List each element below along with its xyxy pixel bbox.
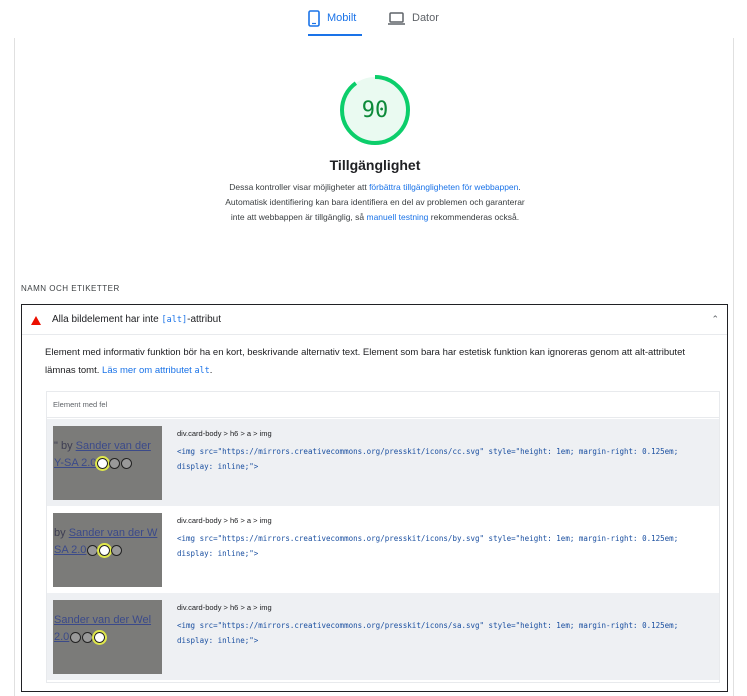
learn-more-link-text: Läs mer om attributet [102, 365, 195, 376]
by-license-icon [82, 631, 94, 643]
by-license-icon [109, 457, 121, 469]
by-license-icon [97, 542, 113, 558]
element-screenshot: Sander van der Wel 2.0 [53, 600, 162, 674]
failing-elements-table: Element med fel " by Sander van der Y-SA… [46, 391, 720, 683]
tab-mobile[interactable]: Mobilt [308, 0, 356, 36]
screenshot-text-line-2: 2.0 [54, 629, 108, 645]
screenshot-link-text: Sander van der W [68, 527, 158, 539]
element-selector: div.card-body > h6 > a > img [177, 429, 272, 438]
screenshot-text-line-2: Y-SA 2.0 [54, 455, 133, 471]
category-desc-text-1: Dessa kontroller visar möjligheter att [229, 182, 370, 192]
category-description: Dessa kontroller visar möjligheter att f… [225, 180, 525, 225]
fail-triangle-icon [31, 316, 41, 325]
screenshot-text-line-1: Sander van der Wel [54, 614, 151, 626]
audit-description: Element med informativ funktion bör ha e… [45, 344, 715, 380]
table-row[interactable]: Sander van der Wel 2.0 div.card-body > h… [47, 593, 719, 680]
screenshot-text-line-2: SA 2.0 [54, 542, 123, 558]
learn-more-link-code: alt [194, 366, 210, 376]
audit-title-suffix: -attribut [187, 314, 222, 325]
screenshot-text: by [54, 527, 69, 539]
smartphone-icon [308, 9, 320, 27]
sa-license-icon [92, 629, 108, 645]
category-title: Tillgänglighet [329, 157, 421, 173]
audit-image-alt: Alla bildelement har inte [alt]-attribut… [21, 304, 728, 692]
element-snippet: <img src="https://mirrors.creativecommon… [177, 534, 679, 558]
section-label: NAMN OCH ETIKETTER [21, 284, 120, 293]
screenshot-text: " by [54, 440, 76, 452]
element-snippet: <img src="https://mirrors.creativecommon… [177, 621, 679, 645]
cc-license-icon [95, 455, 111, 471]
element-screenshot: " by Sander van der Y-SA 2.0 [53, 426, 162, 500]
screenshot-text: SA 2.0 [54, 544, 87, 556]
audit-header[interactable]: Alla bildelement har inte [alt]-attribut… [22, 305, 727, 335]
cc-license-icon [70, 631, 82, 643]
screenshot-link-text: Sander van der [75, 440, 151, 452]
screenshot-text: 2.0 [54, 631, 70, 643]
manual-testing-link[interactable]: manuell testning [367, 212, 429, 222]
cc-license-icon [87, 544, 99, 556]
category-desc-text-3: rekommenderas också. [428, 212, 520, 222]
report-panel: 90 Tillgänglighet Dessa kontroller visar… [14, 38, 734, 696]
screenshot-text-line-1: " by Sander van der [54, 440, 151, 452]
element-screenshot: by Sander van der W SA 2.0 [53, 513, 162, 587]
audit-title: Alla bildelement har inte [alt]-attribut [52, 314, 221, 325]
active-tab-indicator [308, 34, 362, 36]
audit-description-end: . [209, 365, 213, 376]
improve-accessibility-link[interactable]: förbättra tillgängligheten för webbappen [369, 182, 518, 192]
sa-license-icon [111, 544, 123, 556]
element-snippet: <img src="https://mirrors.creativecommon… [177, 447, 679, 471]
tab-mobile-label: Mobilt [327, 12, 357, 24]
screenshot-text-line-1: by Sander van der W [54, 527, 157, 539]
device-tabs: Mobilt Dator [0, 0, 747, 38]
audit-title-text: Alla bildelement har inte [52, 314, 162, 325]
score-value: 90 [361, 97, 389, 123]
table-header: Element med fel [47, 392, 719, 418]
learn-more-alt-link[interactable]: Läs mer om attributet alt [102, 365, 210, 376]
tab-desktop-label: Dator [412, 12, 439, 24]
tab-desktop[interactable]: Dator [388, 0, 439, 36]
table-row[interactable]: " by Sander van der Y-SA 2.0 div.card-bo… [47, 419, 719, 506]
audit-title-code: [alt] [161, 315, 188, 325]
screenshot-text: Y-SA 2.0 [54, 457, 97, 469]
laptop-icon [388, 11, 405, 25]
sa-license-icon [121, 457, 133, 469]
table-row[interactable]: by Sander van der W SA 2.0 div.card-body… [47, 506, 719, 593]
element-selector: div.card-body > h6 > a > img [177, 603, 272, 612]
chevron-up-icon[interactable]: ⌃ [711, 314, 719, 325]
score-gauge[interactable]: 90 [338, 73, 412, 147]
screenshot-link-text: Sander van der Wel [54, 614, 152, 626]
element-selector: div.card-body > h6 > a > img [177, 516, 272, 525]
table-header-label: Element med fel [53, 400, 108, 409]
